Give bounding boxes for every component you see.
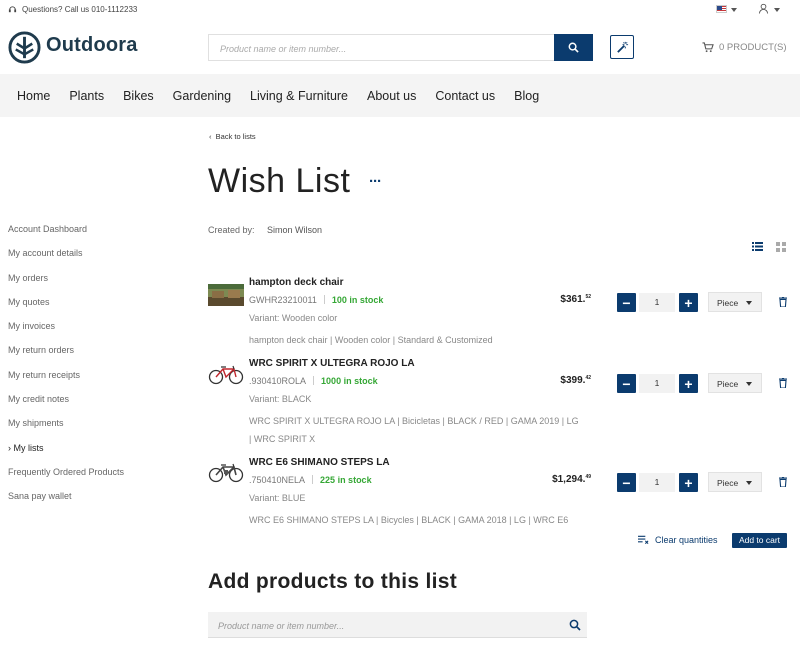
page-title: Wish List	[208, 162, 351, 200]
grid-view-icon[interactable]	[776, 242, 786, 252]
product-variant: Variant: BLACK	[249, 394, 312, 404]
nav-item-contact[interactable]: Contact us	[435, 89, 495, 103]
product-sku: .930410ROLA	[249, 376, 307, 386]
increase-quantity-button[interactable]: +	[679, 293, 698, 312]
product-image[interactable]	[208, 284, 244, 306]
cart-label: 0 PRODUCT(S)	[719, 42, 787, 53]
increase-quantity-button[interactable]: +	[679, 473, 698, 492]
list-item: WRC SPIRIT X ULTEGRA ROJO LA .930410ROLA…	[208, 358, 793, 448]
more-options-button[interactable]: ···	[369, 173, 382, 190]
logo-icon[interactable]	[8, 31, 41, 64]
nav-item-about[interactable]: About us	[367, 89, 416, 103]
clear-list-icon	[638, 535, 649, 545]
list-item: WRC E6 SHIMANO STEPS LA .750410NELA 225 i…	[208, 457, 793, 527]
us-flag-icon[interactable]	[716, 5, 727, 13]
contact-info: Questions? Call us 010-1112233	[8, 5, 137, 14]
sidebar-item-return-receipts[interactable]: My return receipts	[8, 370, 188, 394]
nav-item-blog[interactable]: Blog	[514, 89, 539, 103]
sidebar-item-my-lists[interactable]: › My lists	[8, 443, 188, 467]
nav-item-plants[interactable]: Plants	[69, 89, 104, 103]
chevron-down-icon[interactable]	[731, 8, 737, 12]
stock-status: 1000 in stock	[321, 376, 378, 386]
clear-quantities-label: Clear quantities	[655, 535, 718, 545]
sidebar-item-return-orders[interactable]: My return orders	[8, 345, 188, 369]
trash-icon[interactable]	[779, 477, 787, 487]
headset-icon	[8, 6, 17, 13]
search-input[interactable]: Product name or item number...	[208, 34, 554, 61]
cart-icon	[702, 42, 714, 53]
product-sku: GWHR23210011	[249, 295, 317, 305]
product-variant: Variant: BLUE	[249, 493, 306, 503]
list-item: hampton deck chair GWHR23210011 100 in st…	[208, 277, 793, 347]
decrease-quantity-button[interactable]: −	[617, 473, 636, 492]
sidebar-item-dashboard[interactable]: Account Dashboard	[8, 224, 188, 248]
sidebar-item-frequently-ordered[interactable]: Frequently Ordered Products	[8, 467, 188, 491]
increase-quantity-button[interactable]: +	[679, 374, 698, 393]
sidebar-item-sana-pay-wallet[interactable]: Sana pay wallet	[8, 491, 188, 515]
product-description: WRC SPIRIT X ULTEGRA ROJO LA | Bicicleta…	[249, 416, 579, 444]
cart-link[interactable]: 0 PRODUCT(S)	[702, 42, 787, 53]
created-by: Created by: Simon Wilson	[208, 225, 322, 235]
created-by-value: Simon Wilson	[267, 225, 323, 235]
chevron-down-icon	[746, 301, 752, 305]
back-label: Back to lists	[215, 132, 256, 141]
user-icon[interactable]	[758, 3, 769, 14]
product-name[interactable]: WRC E6 SHIMANO STEPS LA	[249, 457, 390, 468]
contact-text: Questions? Call us 010-1112233	[22, 5, 138, 14]
decrease-quantity-button[interactable]: −	[617, 293, 636, 312]
product-price: $1,294.49	[552, 474, 591, 485]
add-product-search-input[interactable]: Product name or item number...	[208, 612, 587, 638]
quantity-input[interactable]: 1	[639, 374, 675, 393]
list-view-icon[interactable]	[752, 242, 763, 251]
chevron-down-icon	[746, 382, 752, 386]
nav-item-gardening[interactable]: Gardening	[173, 89, 231, 103]
search-icon	[568, 42, 579, 53]
nav-item-home[interactable]: Home	[17, 89, 50, 103]
created-by-label: Created by:	[208, 225, 255, 235]
sidebar-item-orders[interactable]: My orders	[8, 273, 188, 297]
search-icon[interactable]	[569, 619, 581, 631]
product-description: WRC E6 SHIMANO STEPS LA | Bicycles | BLA…	[249, 515, 569, 525]
trash-icon[interactable]	[779, 297, 787, 307]
quantity-input[interactable]: 1	[639, 473, 675, 492]
clear-quantities-button[interactable]: Clear quantities	[638, 535, 718, 545]
quantity-input[interactable]: 1	[639, 293, 675, 312]
unit-select[interactable]: Piece	[708, 292, 762, 312]
product-description: hampton deck chair | Wooden color | Stan…	[249, 335, 493, 345]
sidebar-item-invoices[interactable]: My invoices	[8, 321, 188, 345]
magic-wand-button[interactable]	[610, 35, 634, 59]
product-variant: Variant: Wooden color	[249, 313, 338, 323]
nav-item-bikes[interactable]: Bikes	[123, 89, 154, 103]
chevron-down-icon	[746, 481, 752, 485]
stock-status: 100 in stock	[331, 295, 384, 305]
sidebar-item-shipments[interactable]: My shipments	[8, 418, 188, 442]
search-button[interactable]	[554, 34, 593, 61]
chevron-down-icon[interactable]	[774, 8, 780, 12]
unit-select[interactable]: Piece	[708, 472, 762, 492]
product-sku: .750410NELA	[249, 475, 306, 485]
account-sidebar: Account Dashboard My account details My …	[8, 224, 188, 516]
product-image[interactable]	[208, 363, 244, 385]
sidebar-item-quotes[interactable]: My quotes	[8, 297, 188, 321]
stock-status: 225 in stock	[320, 475, 372, 485]
back-to-lists-link[interactable]: ‹ Back to lists	[209, 132, 256, 141]
product-price: $361.52	[560, 294, 591, 305]
product-price: $399.42	[560, 375, 591, 386]
main-nav: Home Plants Bikes Gardening Living & Fur…	[0, 74, 800, 117]
decrease-quantity-button[interactable]: −	[617, 374, 636, 393]
add-products-title: Add products to this list	[208, 570, 457, 593]
add-to-cart-button[interactable]: Add to cart	[732, 533, 787, 548]
product-name[interactable]: WRC SPIRIT X ULTEGRA ROJO LA	[249, 358, 415, 369]
nav-item-living-furniture[interactable]: Living & Furniture	[250, 89, 348, 103]
trash-icon[interactable]	[779, 378, 787, 388]
product-name[interactable]: hampton deck chair	[249, 277, 343, 288]
magic-wand-icon	[616, 41, 628, 53]
sidebar-item-credit-notes[interactable]: My credit notes	[8, 394, 188, 418]
brand-name[interactable]: Outdoora	[46, 34, 138, 57]
sidebar-item-account-details[interactable]: My account details	[8, 248, 188, 272]
unit-select[interactable]: Piece	[708, 373, 762, 393]
product-image[interactable]	[208, 461, 244, 483]
